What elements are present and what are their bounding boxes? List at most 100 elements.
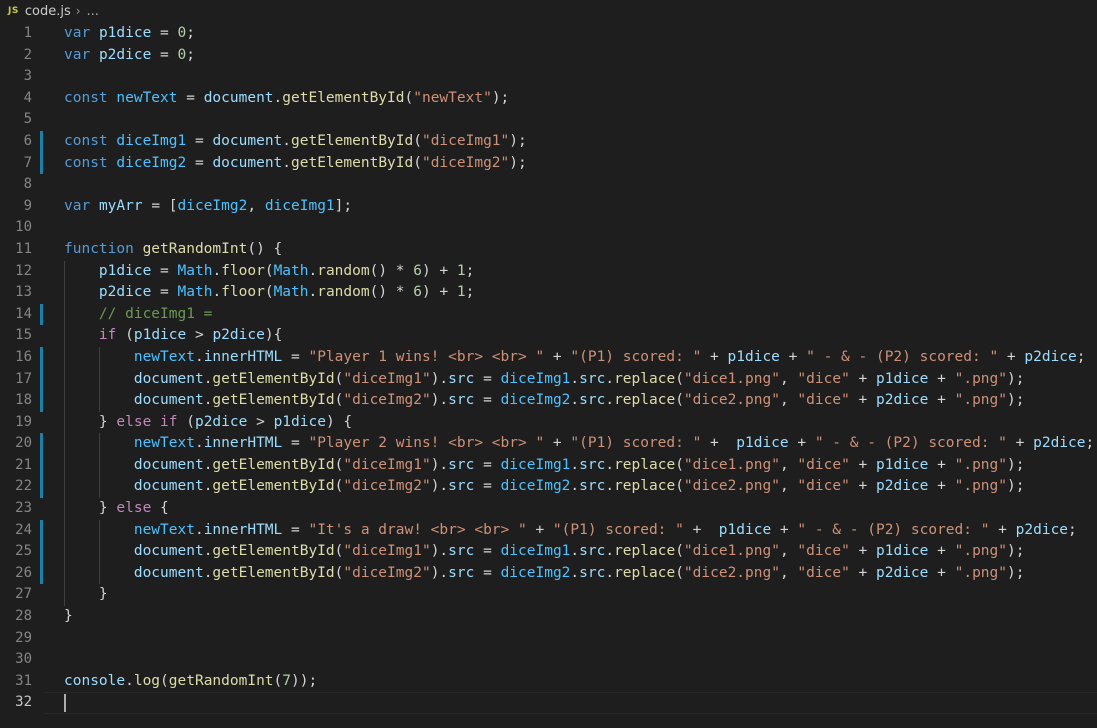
code-line[interactable]: 5 bbox=[0, 109, 1097, 131]
code-token: + bbox=[701, 348, 728, 365]
code-token: ). bbox=[430, 370, 449, 387]
code-line[interactable]: 2 var p2dice = 0; bbox=[0, 45, 1097, 67]
code-token: = bbox=[151, 262, 178, 279]
code-token: 1 bbox=[456, 284, 466, 301]
code-line[interactable]: 11 function getRandomInt() { bbox=[0, 239, 1097, 261]
code-line[interactable]: 8 bbox=[0, 174, 1097, 196]
code-line[interactable]: 28} bbox=[0, 606, 1097, 628]
code-token: + bbox=[928, 543, 955, 560]
code-token: + bbox=[788, 435, 815, 452]
breadcrumb-file[interactable]: code.js bbox=[25, 4, 71, 19]
code-token: const bbox=[64, 154, 108, 171]
code-token: var bbox=[64, 197, 91, 214]
code-token: . bbox=[570, 564, 580, 581]
code-line[interactable]: 15 if (p1dice > p2dice){ bbox=[0, 325, 1097, 347]
code-line[interactable]: 17 document.getElementById("diceImg1").s… bbox=[0, 368, 1097, 391]
code-token: "dice" bbox=[797, 456, 850, 473]
chevron-right-icon: › bbox=[75, 4, 81, 18]
code-token: diceImg1 bbox=[264, 197, 335, 214]
code-token: p2dice bbox=[98, 46, 152, 63]
code-token: replace bbox=[614, 456, 676, 473]
code-token: getElementById bbox=[212, 564, 335, 581]
code-token: ; bbox=[465, 284, 475, 301]
line-number: 12 bbox=[15, 262, 32, 279]
code-token: ). bbox=[430, 564, 449, 581]
modified-gutter-marker bbox=[40, 562, 43, 585]
code-token: = bbox=[186, 132, 213, 149]
code-line[interactable]: 4 const newText = document.getElementById… bbox=[0, 88, 1097, 110]
code-token: Math bbox=[273, 262, 309, 279]
code-token: + bbox=[849, 478, 877, 495]
code-line[interactable]: 16 newText.innerHTML = "Player 1 wins! <… bbox=[0, 346, 1097, 369]
code-token: . bbox=[605, 370, 615, 387]
code-line[interactable]: 20 newText.innerHTML = "Player 2 wins! <… bbox=[0, 433, 1097, 455]
code-line[interactable]: 31 console.log(getRandomInt(7)); bbox=[0, 671, 1097, 693]
code-area[interactable]: 1 var p1dice = 0; 2 var p2dice = 0; 3 4 const … bbox=[0, 23, 1097, 714]
code-token: . bbox=[212, 262, 222, 279]
code-token: document bbox=[133, 456, 204, 473]
code-token: + bbox=[849, 564, 877, 581]
code-line[interactable]: 22 document.getElementById("diceImg2").s… bbox=[0, 476, 1097, 499]
code-line[interactable]: 6 const diceImg1 = document.getElementByI… bbox=[0, 130, 1097, 153]
code-text: newText.innerHTML = "Player 1 wins! <br>… bbox=[64, 347, 1086, 369]
code-text: document.getElementById("diceImg2").src … bbox=[64, 390, 1025, 412]
code-line[interactable]: 12 p1dice = Math.floor(Math.random() * 6… bbox=[0, 260, 1097, 283]
code-token: , bbox=[247, 197, 265, 214]
code-token: document bbox=[212, 132, 283, 149]
code-token: " - & - (P2) scored: " bbox=[797, 521, 990, 538]
code-token: . bbox=[605, 456, 615, 473]
code-token: "diceImg1" bbox=[421, 132, 510, 149]
code-token: "dice" bbox=[797, 564, 850, 581]
breadcrumb: JS code.js › ... bbox=[0, 0, 1097, 22]
code-line[interactable]: 25 document.getElementById("diceImg1").s… bbox=[0, 541, 1097, 563]
code-line[interactable]: 10 bbox=[0, 217, 1097, 239]
code-line[interactable]: 1 var p1dice = 0; bbox=[0, 23, 1097, 45]
code-text: const newText = document.getElementById(… bbox=[64, 88, 509, 110]
code-token: p2dice bbox=[1033, 435, 1086, 452]
code-token: ( bbox=[675, 543, 684, 560]
code-line[interactable]: 21 document.getElementById("diceImg1").s… bbox=[0, 454, 1097, 477]
code-token: + bbox=[849, 456, 877, 473]
code-line[interactable]: 9 var myArr = [diceImg2, diceImg1]; bbox=[0, 196, 1097, 218]
code-token: = bbox=[151, 25, 178, 41]
code-line[interactable]: 7 const diceImg2 = document.getElementByI… bbox=[0, 152, 1097, 175]
code-line[interactable]: 19 } else if (p2dice > p1dice) { bbox=[0, 411, 1097, 434]
code-token: = bbox=[474, 370, 501, 387]
code-token: "dice2.png" bbox=[683, 564, 780, 581]
code-token: "(P1) scored: " bbox=[570, 435, 702, 452]
code-token: ) + bbox=[422, 262, 457, 279]
code-line[interactable]: 29 bbox=[0, 628, 1097, 650]
code-token: "dice1.png" bbox=[683, 456, 780, 473]
code-line[interactable]: 24 newText.innerHTML = "It's a draw! <br… bbox=[0, 519, 1097, 542]
code-token: getRandomInt bbox=[168, 672, 274, 689]
code-text: console.log(getRandomInt(7)); bbox=[64, 671, 317, 693]
code-line[interactable]: 3 bbox=[0, 66, 1097, 88]
line-number: 21 bbox=[15, 456, 32, 473]
code-token: + bbox=[849, 392, 877, 409]
code-line[interactable]: 27 } bbox=[0, 584, 1097, 607]
code-line[interactable]: 32 bbox=[0, 692, 1097, 714]
code-token: document bbox=[203, 89, 274, 106]
code-token: random bbox=[317, 284, 370, 301]
code-token: "dice" bbox=[797, 392, 850, 409]
line-number: 16 bbox=[15, 348, 32, 365]
code-line[interactable]: 14 // diceImg1 = bbox=[0, 303, 1097, 326]
code-token: . bbox=[308, 262, 318, 279]
code-line[interactable]: 18 document.getElementById("diceImg2").s… bbox=[0, 390, 1097, 412]
code-token: replace bbox=[614, 478, 676, 495]
code-token: getElementById bbox=[212, 456, 335, 473]
breadcrumb-more[interactable]: ... bbox=[87, 4, 99, 19]
code-token: 6 bbox=[413, 284, 422, 301]
code-line[interactable]: 23 } else { bbox=[0, 498, 1097, 520]
code-line[interactable]: 13 p2dice = Math.floor(Math.random() * 6… bbox=[0, 282, 1097, 304]
line-number: 7 bbox=[23, 154, 32, 171]
code-token: "diceImg2" bbox=[343, 478, 431, 495]
code-line[interactable]: 30 bbox=[0, 649, 1097, 671]
code-token: "It's a draw! <br> <br> " bbox=[308, 521, 527, 538]
code-token: . bbox=[570, 478, 580, 495]
code-line[interactable]: 26 document.getElementById("diceImg2").s… bbox=[0, 562, 1097, 585]
code-editor[interactable]: JS code.js › ... 1 var p1dice = 0; 2 var p2… bbox=[0, 0, 1097, 728]
code-token: getElementById bbox=[212, 392, 335, 409]
